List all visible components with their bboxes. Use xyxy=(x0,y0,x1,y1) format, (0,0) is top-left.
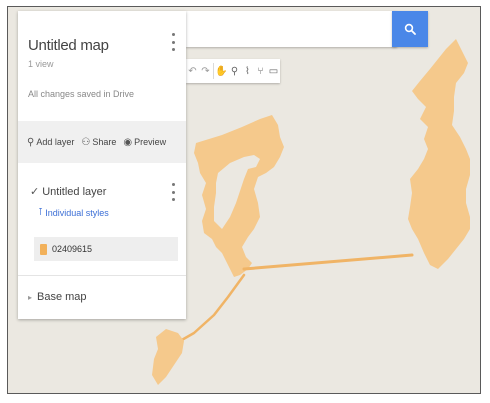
share-icon: ⚇ xyxy=(81,136,91,148)
share-button[interactable]: ⚇ Share xyxy=(81,137,116,148)
map-toolbar: ↶ ↷ ✋ ⚲ ⌇ ⑂ ▭ xyxy=(186,59,280,83)
add-layer-button[interactable]: ⚲ Add layer xyxy=(27,137,74,148)
layer-toggle[interactable]: ✓ Untitled layer xyxy=(30,185,106,198)
ruler-icon[interactable]: ▭ xyxy=(267,59,280,83)
styles-link-label: Individual styles xyxy=(45,207,109,218)
panel-divider xyxy=(18,275,186,276)
save-status: All changes saved in Drive xyxy=(28,89,135,99)
toolbar-divider xyxy=(213,63,214,79)
feature-color-swatch xyxy=(40,243,47,255)
feature-item[interactable]: 02409615 xyxy=(34,237,178,261)
search-button[interactable] xyxy=(392,11,428,47)
parcel-shape-left[interactable] xyxy=(194,115,284,277)
redo-icon[interactable]: ↷ xyxy=(199,59,212,83)
parcel-shape-south[interactable] xyxy=(152,329,184,385)
marker-icon[interactable]: ⚲ xyxy=(228,59,241,83)
map-search-box[interactable] xyxy=(186,11,397,47)
undo-icon[interactable]: ↶ xyxy=(186,59,199,83)
panel-header: Untitled map 1 view All changes saved in… xyxy=(18,11,186,121)
layer-options-icon[interactable] xyxy=(170,183,176,201)
hand-icon[interactable]: ✋ xyxy=(215,59,228,83)
share-label: Share xyxy=(92,137,117,147)
search-icon xyxy=(404,23,416,35)
map-side-panel: Untitled map 1 view All changes saved in… xyxy=(18,11,186,319)
add-layer-label: Add layer xyxy=(36,137,75,147)
checkbox-checked-icon[interactable]: ✓ xyxy=(30,185,39,198)
preview-label: Preview xyxy=(134,137,167,147)
parcel-shape-right[interactable] xyxy=(408,39,470,269)
paint-roller-icon: ⊺ xyxy=(38,207,44,218)
view-count: 1 view xyxy=(28,59,54,69)
add-layer-icon: ⚲ xyxy=(27,136,35,148)
base-map-label: Base map xyxy=(37,291,87,303)
map-options-icon[interactable] xyxy=(170,33,176,51)
search-input[interactable] xyxy=(186,11,396,45)
expand-arrow-icon: ▸ xyxy=(28,292,33,302)
panel-actions: ⚲ Add layer ⚇ Share ◉ Preview xyxy=(18,121,186,163)
base-map-toggle[interactable]: ▸ Base map xyxy=(28,291,87,303)
map-title[interactable]: Untitled map xyxy=(28,37,109,54)
draw-line-icon[interactable]: ⌇ xyxy=(241,59,254,83)
map-frame: ↶ ↷ ✋ ⚲ ⌇ ⑂ ▭ Untitled map 1 view All ch… xyxy=(7,6,481,394)
layer-name[interactable]: Untitled layer xyxy=(42,186,106,198)
feature-label: 02409615 xyxy=(52,244,93,254)
preview-button[interactable]: ◉ Preview xyxy=(123,137,166,148)
preview-icon: ◉ xyxy=(123,136,133,148)
individual-styles-link[interactable]: ⊺ Individual styles xyxy=(38,207,109,218)
layer-section: ✓ Untitled layer ⊺ Individual styles 024… xyxy=(18,163,186,273)
route-line-south[interactable] xyxy=(178,273,246,343)
route-line[interactable] xyxy=(242,253,414,271)
route-icon[interactable]: ⑂ xyxy=(254,59,267,83)
